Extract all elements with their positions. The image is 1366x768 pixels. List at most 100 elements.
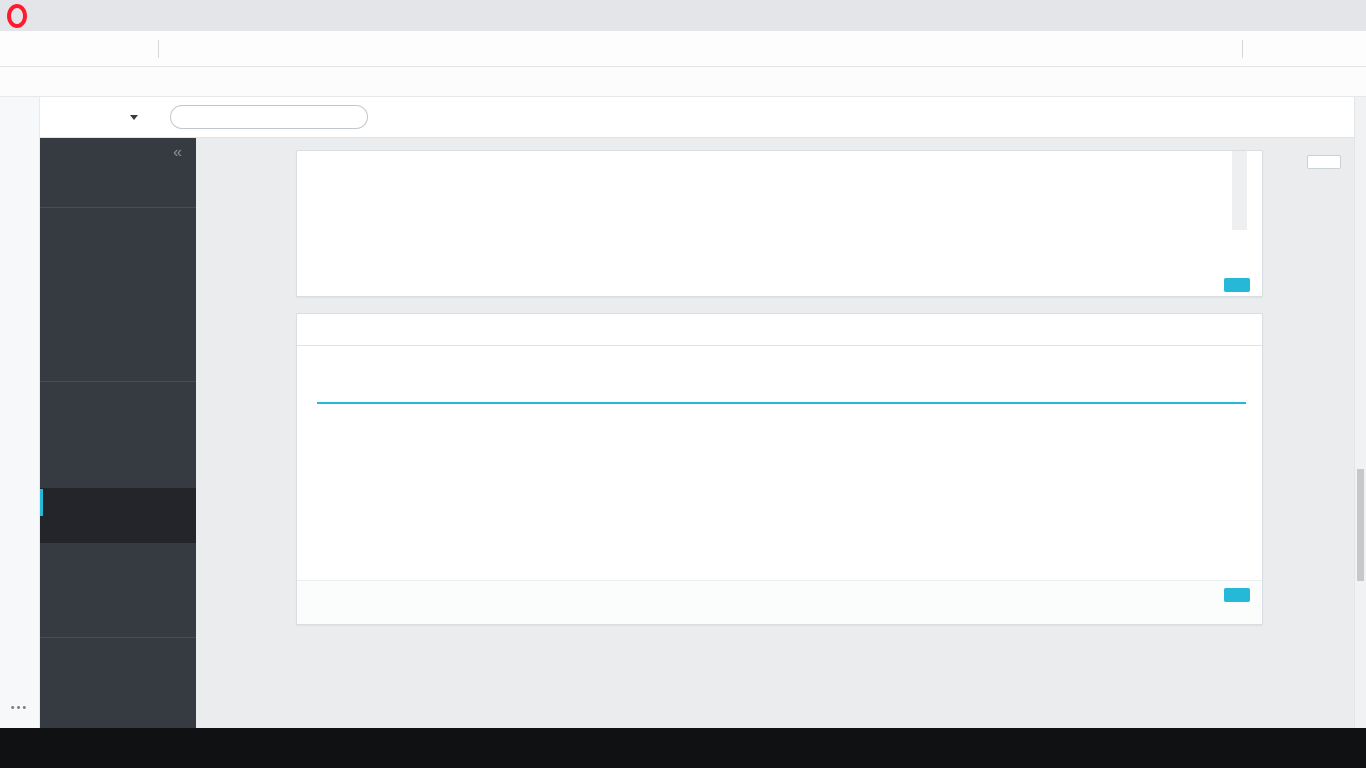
key-icon[interactable] <box>174 41 189 56</box>
divider <box>40 207 196 208</box>
inner-scrollbar[interactable] <box>1232 151 1247 230</box>
browser-tab-bar <box>0 0 1366 31</box>
browser-page: ••• « <box>0 97 1366 728</box>
system-tray <box>1145 728 1366 768</box>
close-icon[interactable] <box>1343 8 1358 23</box>
site-info-icon[interactable] <box>199 41 214 56</box>
save-button[interactable] <box>1224 278 1250 292</box>
carrier-table-header <box>317 362 1246 404</box>
save-button[interactable] <box>1224 588 1250 602</box>
menu-item-customers[interactable] <box>40 287 196 314</box>
user-avatar[interactable] <box>1322 108 1340 126</box>
menu-item-orders[interactable] <box>40 233 196 260</box>
bookmark-icon <box>55 603 70 618</box>
bookmarks-bar <box>0 67 1366 97</box>
menu-subitem-payment-methods[interactable] <box>40 516 196 526</box>
minimize-icon[interactable] <box>1273 8 1288 23</box>
windows-taskbar <box>0 728 1366 768</box>
opera-logo-icon <box>7 3 27 28</box>
menu-section-sell <box>40 221 196 233</box>
carrier-table <box>317 362 1246 404</box>
battery-saver-icon[interactable] <box>1293 40 1310 57</box>
admin-search[interactable] <box>170 105 368 129</box>
orders-icon <box>55 239 70 254</box>
eye-icon <box>1205 108 1223 126</box>
country-restrictions-panel <box>296 150 1263 297</box>
page-scrollbar[interactable] <box>1354 97 1366 728</box>
menu-section-configure <box>40 651 196 663</box>
prestashop-logo-icon <box>60 106 83 129</box>
battery-icon[interactable] <box>1172 740 1188 756</box>
catalog-icon <box>55 266 70 281</box>
opera-menu-button[interactable] <box>0 0 34 31</box>
my-flow-icon[interactable] <box>1175 40 1192 57</box>
divider <box>40 381 196 382</box>
menu-item-stats[interactable] <box>40 341 196 368</box>
stats-icon <box>55 347 70 362</box>
admin-menu: « <box>40 138 196 728</box>
window-controls <box>1238 0 1358 31</box>
view-shop-link[interactable] <box>1205 108 1229 126</box>
restore-icon[interactable] <box>1308 8 1323 23</box>
scroll-down-icon[interactable] <box>1232 216 1247 230</box>
search-icon <box>181 111 194 124</box>
reload-icon[interactable] <box>91 40 108 57</box>
sidebar-more-icon[interactable]: ••• <box>0 702 39 714</box>
truck-icon <box>311 321 329 339</box>
menu-subitem-preferences[interactable] <box>40 526 196 536</box>
browser-toolbar <box>0 31 1366 67</box>
help-button[interactable] <box>1307 155 1341 169</box>
prestashop-admin: « <box>40 97 1354 728</box>
collapse-menu-icon[interactable]: « <box>173 144 182 162</box>
dashboard-icon <box>55 173 70 188</box>
menu-item-theme-blocks[interactable] <box>40 597 196 624</box>
menu-section-customize <box>40 395 196 407</box>
panel-header <box>297 314 1262 346</box>
hidden-icons-chevron[interactable] <box>1145 740 1161 756</box>
downloads-icon[interactable] <box>1258 40 1275 57</box>
tab-menu-icon[interactable] <box>1238 8 1253 23</box>
action-center-icon[interactable] <box>1338 740 1354 756</box>
scroll-up-icon[interactable] <box>1355 98 1366 110</box>
quick-access-menu[interactable] <box>124 114 138 120</box>
menu-item-dashboard[interactable] <box>40 167 196 194</box>
menu-item-catalog[interactable] <box>40 260 196 287</box>
menu-item-modules[interactable] <box>40 407 196 434</box>
header-actions <box>1205 108 1340 126</box>
wifi-icon[interactable] <box>1199 740 1215 756</box>
truck-icon <box>55 467 70 482</box>
achievements-trophy-icon[interactable] <box>1285 108 1303 126</box>
admin-header <box>40 97 1354 138</box>
chat-icon <box>55 320 70 335</box>
divider <box>1242 39 1243 58</box>
search-input[interactable] <box>200 110 357 124</box>
opera-sidebar: ••• <box>0 97 40 728</box>
country-panel-footer <box>1224 272 1250 292</box>
menu-item-customer-service[interactable] <box>40 314 196 341</box>
pencil-icon <box>55 576 70 591</box>
carrier-panel-footer <box>297 580 1262 624</box>
forward-icon[interactable] <box>56 40 73 57</box>
carrier-restrictions-panel <box>296 313 1263 625</box>
menu-item-design[interactable] <box>40 434 196 461</box>
scrollbar-thumb[interactable] <box>1357 469 1364 581</box>
bookmark-page-icon[interactable] <box>1210 40 1227 57</box>
puzzle-icon <box>55 413 70 428</box>
menu-item-shipping[interactable] <box>40 461 196 488</box>
snapshot-icon[interactable] <box>1105 40 1122 57</box>
zoom-icon[interactable] <box>1070 40 1087 57</box>
notifications-bell-icon[interactable] <box>1248 108 1266 126</box>
shield-badge-icon[interactable] <box>1140 40 1157 57</box>
easy-setup-icon[interactable] <box>1328 40 1345 57</box>
scroll-down-icon[interactable] <box>1355 715 1366 727</box>
globe-icon <box>55 549 70 564</box>
chevron-up-icon <box>169 495 184 510</box>
address-bar[interactable] <box>169 41 1057 56</box>
menu-item-blog[interactable] <box>40 570 196 597</box>
menu-item-international[interactable] <box>40 543 196 570</box>
menu-item-payment[interactable] <box>40 489 196 516</box>
monitor-icon <box>55 440 70 455</box>
speed-dial-icon[interactable] <box>126 40 143 57</box>
back-icon[interactable] <box>21 40 38 57</box>
speaker-icon[interactable] <box>1226 740 1242 756</box>
